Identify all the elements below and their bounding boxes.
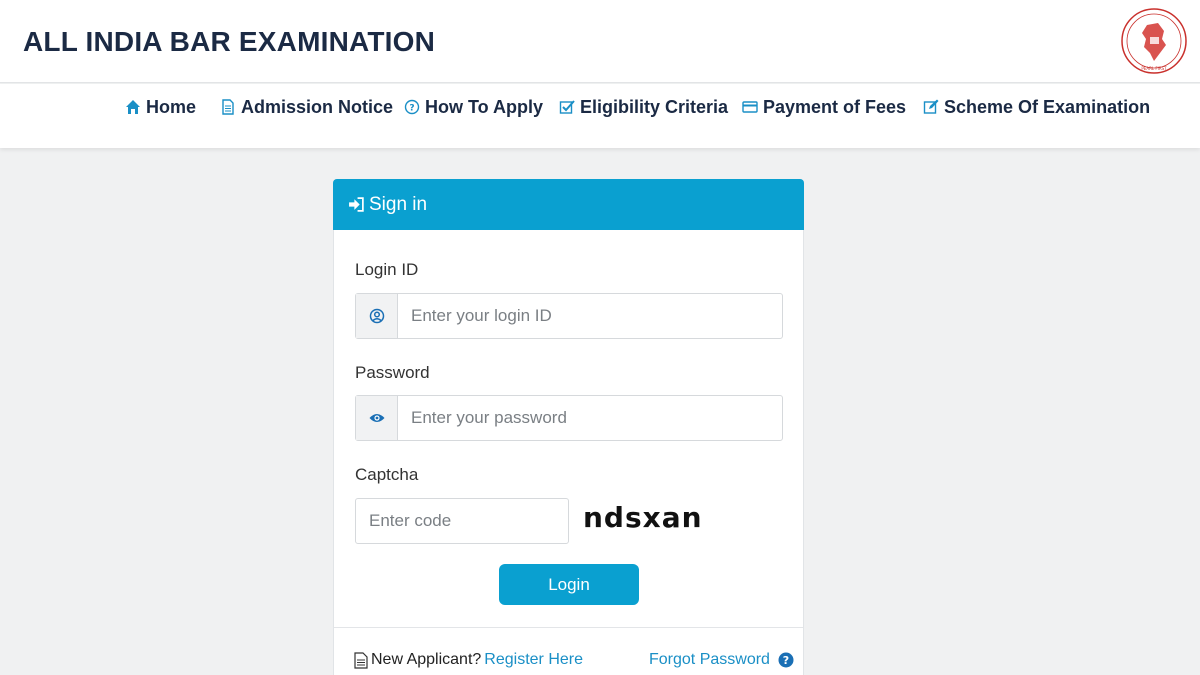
password-label: Password: [355, 363, 430, 382]
nav-scheme-of-examination-label: Scheme Of Examination: [944, 96, 1151, 117]
nav-eligibility-criteria[interactable]: Eligibility Criteria: [558, 95, 728, 119]
sign-in-icon: [348, 196, 365, 213]
nav-admission-notice[interactable]: Admission Notice: [219, 95, 393, 119]
svg-text:?: ?: [783, 654, 789, 667]
nav-home[interactable]: Home: [124, 95, 196, 119]
credit-card-icon: [741, 98, 759, 116]
home-icon: [124, 98, 142, 116]
nav-admission-notice-label: Admission Notice: [241, 96, 394, 117]
bar-council-logo[interactable]: PEARL FIRST: [1120, 3, 1188, 79]
eye-icon[interactable]: [356, 396, 398, 440]
new-applicant-text: New Applicant?: [371, 651, 482, 668]
forgot-password-row: Forgot Password ?: [649, 651, 794, 669]
captcha-image: ndsxan: [583, 501, 703, 534]
login-button[interactable]: Login: [499, 564, 639, 605]
signin-header: Sign in: [333, 179, 804, 230]
nav-home-label: Home: [146, 96, 197, 117]
forgot-password-link[interactable]: Forgot Password: [649, 651, 770, 669]
card-divider: [334, 627, 803, 628]
register-here-link[interactable]: Register Here: [484, 651, 583, 669]
nav-how-to-apply-label: How To Apply: [425, 96, 543, 117]
login-id-group: [355, 293, 783, 339]
nav-scheme-of-examination[interactable]: Scheme Of Examination: [922, 95, 1150, 119]
question-circle-icon: ?: [403, 98, 421, 116]
nav-payment-of-fees[interactable]: Payment of Fees: [741, 95, 906, 119]
main-nav: Home Admission Notice ? How To Apply Eli…: [0, 84, 1200, 148]
edit-icon: [922, 98, 940, 116]
document-icon: [354, 651, 368, 669]
svg-text:PEARL FIRST: PEARL FIRST: [1141, 66, 1167, 71]
site-title: ALL INDIA BAR EXAMINATION: [23, 26, 436, 57]
signin-card: Sign in Login ID Password Captcha ndsxan…: [333, 179, 804, 675]
captcha-label: Captcha: [355, 465, 419, 484]
top-header: ALL INDIA BAR EXAMINATION PEARL FIRST: [0, 0, 1200, 83]
password-input[interactable]: [398, 396, 782, 440]
document-icon: [219, 98, 237, 116]
nav-payment-of-fees-label: Payment of Fees: [763, 96, 907, 117]
nav-how-to-apply[interactable]: ? How To Apply: [403, 95, 543, 119]
password-group: [355, 395, 783, 441]
captcha-input[interactable]: [355, 498, 569, 544]
user-icon: [356, 294, 398, 338]
checkbox-icon: [558, 98, 576, 116]
signin-title: Sign in: [369, 193, 428, 215]
help-icon[interactable]: ?: [778, 652, 794, 668]
new-applicant-row: New Applicant? Register Here: [354, 651, 583, 669]
nav-eligibility-criteria-label: Eligibility Criteria: [580, 96, 729, 117]
svg-text:?: ?: [409, 104, 414, 114]
login-id-input[interactable]: [398, 294, 782, 338]
login-id-label: Login ID: [355, 260, 419, 279]
